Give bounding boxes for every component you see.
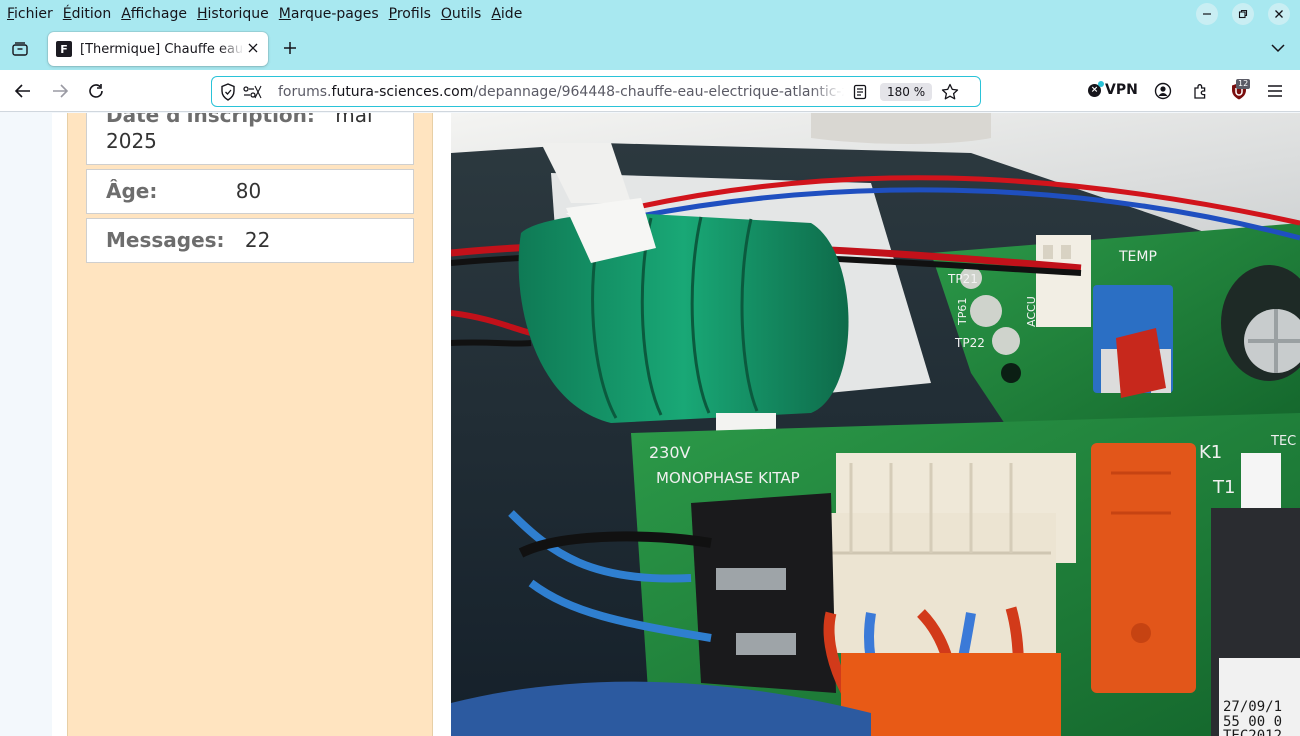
tab-active[interactable]: F [Thermique] Chauffe eau électrique Atl… [48, 32, 268, 66]
silk-tp21: TP21 [947, 272, 978, 286]
arrow-left-icon [14, 84, 30, 98]
menu-historique[interactable]: Historique [197, 6, 269, 22]
info-date-inscription: Date d'inscription: mai 2025 [86, 113, 414, 165]
age-value: 80 [235, 179, 262, 203]
puzzle-piece-icon [1194, 84, 1206, 99]
tracking-protection-icon[interactable] [218, 82, 238, 102]
silk-monophase: MONOPHASE KITAP [656, 469, 800, 487]
menu-marque-pages[interactable]: Marque-pages [279, 6, 379, 22]
minimize-icon [1203, 13, 1211, 15]
tab-title: [Thermique] Chauffe eau électrique Atlan… [80, 41, 244, 57]
reload-button[interactable] [84, 79, 108, 103]
futura-favicon-icon: F [56, 41, 72, 57]
menu-fichier[interactable]: Fichier [7, 6, 53, 22]
account-icon [1154, 82, 1172, 100]
silk-t1: T1 [1212, 477, 1235, 498]
reader-view-button[interactable] [850, 82, 870, 102]
post-attached-photo[interactable]: TP21 TP61 TP22 ACCU TEMP 230V MONOPHASE … [451, 113, 1300, 736]
close-window-button[interactable] [1268, 3, 1290, 25]
chevron-down-icon [1271, 44, 1285, 53]
silk-tec: TEC [1270, 434, 1296, 449]
menu-profils[interactable]: Profils [389, 6, 431, 22]
inscription-value-year: 2025 [106, 129, 157, 153]
close-icon [248, 43, 258, 53]
label-line-1: 27/09/1 [1223, 699, 1282, 715]
tab-close-button[interactable] [248, 41, 258, 57]
window-controls [1196, 3, 1290, 25]
inscription-label: Date d'inscription: [106, 113, 315, 127]
silk-tp61: TP61 [956, 298, 969, 326]
silk-k1: K1 [1199, 442, 1222, 463]
back-button[interactable] [11, 79, 35, 103]
extensions-button[interactable] [1189, 79, 1213, 103]
hamburger-menu-icon [1268, 85, 1282, 97]
plus-icon [284, 42, 296, 54]
close-icon [1275, 10, 1283, 18]
info-age: Âge: 80 [86, 169, 414, 214]
restore-icon [1238, 9, 1248, 19]
app-menu-button[interactable] [1263, 79, 1287, 103]
silk-temp: TEMP [1118, 249, 1157, 265]
arrow-right-icon [53, 84, 69, 98]
age-label: Âge: [106, 179, 158, 203]
reader-view-icon [853, 84, 867, 99]
menu-aide[interactable]: Aide [491, 6, 522, 22]
forward-button[interactable] [48, 79, 72, 103]
url-text[interactable]: forums.futura-sciences.com/depannage/964… [278, 84, 844, 100]
ublock-count-badge: 12 [1236, 79, 1251, 89]
shield-icon [221, 82, 235, 101]
star-icon [941, 83, 959, 99]
tabs-tray-icon [12, 42, 28, 56]
info-messages: Messages: 22 [86, 218, 414, 263]
navigation-toolbar: forums.futura-sciences.com/depannage/964… [0, 70, 1300, 112]
water-heater-board-photo: TP21 TP61 TP22 ACCU TEMP 230V MONOPHASE … [451, 113, 1300, 736]
tab-bar: F [Thermique] Chauffe eau électrique Atl… [0, 28, 1300, 70]
url-bar[interactable]: forums.futura-sciences.com/depannage/964… [211, 76, 981, 107]
messages-value: 22 [244, 228, 271, 252]
reload-icon [89, 84, 103, 98]
messages-label: Messages: [106, 228, 225, 252]
minimize-button[interactable] [1196, 3, 1218, 25]
vpn-status-icon: × [1088, 80, 1104, 97]
silk-tp22: TP22 [954, 336, 985, 350]
vpn-label: VPN [1105, 82, 1138, 98]
menu-outils[interactable]: Outils [441, 6, 481, 22]
zoom-level-button[interactable]: 180 % [880, 82, 933, 101]
page-margin [0, 113, 52, 736]
tab-groups-button[interactable] [8, 37, 32, 61]
page-content: Date d'inscription: mai 2025 Âge: 80 Mes… [0, 113, 1300, 736]
list-all-tabs-button[interactable] [1268, 38, 1288, 58]
permissions-icon[interactable] [242, 82, 262, 102]
bookmark-star-button[interactable] [940, 82, 960, 102]
menu-edition[interactable]: Édition [63, 6, 111, 22]
menu-affichage[interactable]: Affichage [121, 6, 187, 22]
new-tab-button[interactable] [278, 36, 302, 60]
silk-230v: 230V [649, 443, 691, 462]
permissions-sliders-icon [243, 85, 262, 98]
inscription-value: mai [335, 113, 373, 127]
vpn-button[interactable]: × VPN [1088, 80, 1138, 98]
label-line-3: TEC2012 [1223, 728, 1282, 736]
account-button[interactable] [1151, 79, 1175, 103]
menu-bar: Fichier Édition Affichage Historique Mar… [0, 0, 1300, 28]
maximize-button[interactable] [1232, 3, 1254, 25]
